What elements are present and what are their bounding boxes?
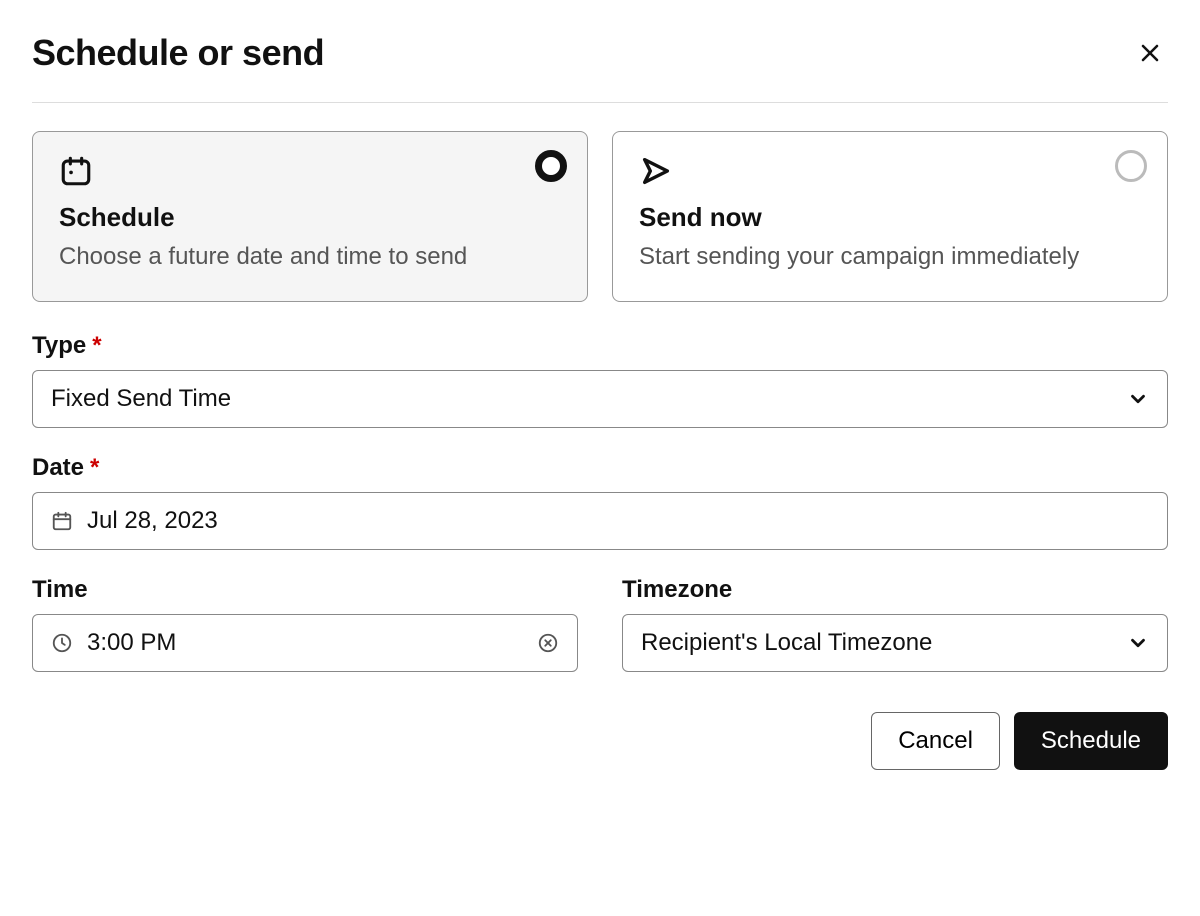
send-mode-cards: Schedule Choose a future date and time t… [32, 131, 1168, 302]
timezone-select[interactable]: Recipient's Local Timezone [622, 614, 1168, 672]
required-indicator: * [90, 454, 99, 482]
date-value: Jul 28, 2023 [87, 507, 218, 535]
send-now-card-desc: Start sending your campaign immediately [639, 239, 1141, 275]
type-select[interactable]: Fixed Send Time [32, 370, 1168, 428]
required-indicator: * [92, 332, 101, 360]
time-input[interactable]: 3:00 PM [32, 614, 578, 672]
clock-icon [51, 632, 73, 654]
type-label-text: Type [32, 332, 86, 360]
timezone-value: Recipient's Local Timezone [641, 629, 932, 657]
schedule-radio[interactable] [535, 150, 567, 182]
close-icon [1138, 39, 1162, 67]
dialog-footer: Cancel Schedule [32, 712, 1168, 770]
chevron-down-icon [1127, 388, 1149, 410]
time-timezone-row: Time 3:00 PM Timezone Recipient's Local … [32, 576, 1168, 672]
schedule-card[interactable]: Schedule Choose a future date and time t… [32, 131, 588, 302]
type-value: Fixed Send Time [51, 385, 231, 413]
time-label: Time [32, 576, 578, 604]
close-button[interactable] [1132, 35, 1168, 71]
send-icon [639, 154, 1141, 188]
date-label: Date * [32, 454, 1168, 482]
calendar-icon [59, 154, 561, 188]
schedule-send-dialog: Schedule or send Schedule Choose a futur… [32, 32, 1168, 770]
calendar-icon [51, 510, 73, 532]
send-now-card[interactable]: Send now Start sending your campaign imm… [612, 131, 1168, 302]
schedule-card-title: Schedule [59, 202, 561, 233]
time-value: 3:00 PM [87, 629, 176, 657]
send-now-card-title: Send now [639, 202, 1141, 233]
chevron-down-icon [1127, 632, 1149, 654]
clear-icon[interactable] [537, 632, 559, 654]
schedule-button[interactable]: Schedule [1014, 712, 1168, 770]
send-now-radio[interactable] [1115, 150, 1147, 182]
date-row: Date * Jul 28, 2023 [32, 454, 1168, 550]
timezone-col: Timezone Recipient's Local Timezone [622, 576, 1168, 672]
type-row: Type * Fixed Send Time [32, 332, 1168, 428]
dialog-header: Schedule or send [32, 32, 1168, 103]
schedule-card-desc: Choose a future date and time to send [59, 239, 561, 275]
type-label: Type * [32, 332, 1168, 360]
cancel-button[interactable]: Cancel [871, 712, 1000, 770]
date-label-text: Date [32, 454, 84, 482]
time-col: Time 3:00 PM [32, 576, 578, 672]
dialog-title: Schedule or send [32, 32, 324, 74]
timezone-label: Timezone [622, 576, 1168, 604]
date-input[interactable]: Jul 28, 2023 [32, 492, 1168, 550]
